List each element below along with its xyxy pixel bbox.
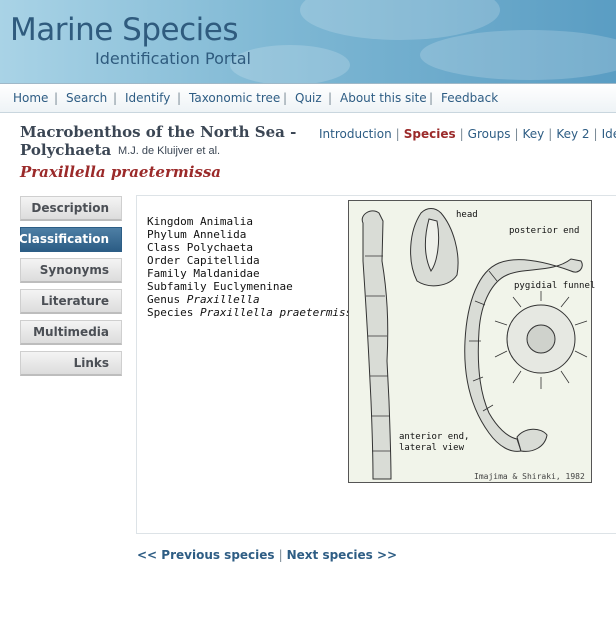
label-lateral-view: lateral view	[399, 443, 465, 453]
classification-row: Genus Praxillella	[147, 293, 359, 306]
rank-label: Family	[147, 267, 187, 280]
taxon-name[interactable]: Annelida	[193, 228, 246, 241]
rank-label: Phylum	[147, 228, 187, 241]
tab-label: Literature	[41, 294, 109, 308]
label-anterior-end: anterior end,	[399, 432, 470, 442]
nav-separator: |	[54, 91, 59, 105]
classification-row: Species Praxillella praetermissa	[147, 306, 359, 319]
subnav-key[interactable]: Key	[523, 127, 545, 141]
subnav-separator: |	[514, 127, 519, 141]
tab-label: Multimedia	[33, 325, 109, 339]
nav-separator: |	[328, 91, 333, 105]
taxon-name[interactable]: Capitellida	[187, 254, 260, 267]
taxon-name[interactable]: Polychaeta	[187, 241, 253, 254]
nav-search[interactable]: Search	[66, 91, 107, 105]
taxon-name[interactable]: Praxillella	[187, 293, 260, 306]
tab-classification[interactable]: Classification	[18, 227, 122, 252]
tab-literature[interactable]: Literature	[20, 289, 122, 314]
tab-links[interactable]: Links	[20, 351, 122, 376]
nav-separator: |	[113, 91, 118, 105]
taxon-name[interactable]: Praxillella praetermissa	[200, 306, 359, 319]
label-head: head	[456, 210, 478, 220]
previous-species-link[interactable]: << Previous species	[137, 548, 275, 562]
figure-credit: Imajima & Shiraki, 1982	[474, 472, 585, 481]
rank-label: Subfamily	[147, 280, 207, 293]
species-illustration[interactable]: head posterior end pygidial funnel anter…	[348, 200, 596, 483]
classification-row: Phylum Annelida	[147, 228, 359, 241]
next-species-link[interactable]: Next species >>	[287, 548, 398, 562]
taxon-name[interactable]: Euclymeninae	[213, 280, 292, 293]
classification-list: Kingdom Animalia Phylum Annelida Class P…	[147, 215, 359, 319]
nav-separator: |	[283, 91, 288, 105]
nav-separator: |	[429, 91, 434, 105]
page-authors: M.J. de Kluijver et al.	[118, 145, 221, 157]
pager-separator: |	[278, 548, 283, 562]
subnav-separator: |	[593, 127, 598, 141]
tab-synonyms[interactable]: Synonyms	[20, 258, 122, 283]
nav-feedback[interactable]: Feedback	[441, 91, 498, 105]
classification-row: Order Capitellida	[147, 254, 359, 267]
classification-row: Class Polychaeta	[147, 241, 359, 254]
site-subtitle: Identification Portal	[95, 49, 251, 68]
classification-row: Family Maldanidae	[147, 267, 359, 280]
subnav-key-2[interactable]: Key 2	[556, 127, 589, 141]
tab-label: Description	[31, 201, 109, 215]
nav-home[interactable]: Home	[13, 91, 48, 105]
subnav-species[interactable]: Species	[404, 127, 456, 141]
site-banner: Marine Species Identification Portal	[0, 0, 616, 83]
subnav-groups[interactable]: Groups	[468, 127, 511, 141]
page-title-group: Polychaeta	[20, 141, 112, 159]
subnav-separator: |	[395, 127, 400, 141]
label-pygidial-funnel: pygidial funnel	[514, 281, 596, 291]
rank-label: Class	[147, 241, 181, 254]
tab-multimedia[interactable]: Multimedia	[20, 320, 122, 345]
rank-label: Kingdom	[147, 215, 194, 228]
section-nav: Introduction | Species | Groups | Key | Key 2 | Id…	[319, 127, 616, 141]
tab-label: Synonyms	[39, 263, 109, 277]
nav-quiz[interactable]: Quiz	[295, 91, 322, 105]
rank-label: Species	[147, 306, 194, 319]
tab-description[interactable]: Description	[20, 196, 122, 221]
taxon-name[interactable]: Maldanidae	[193, 267, 259, 280]
subnav-identify[interactable]: Identi	[602, 127, 616, 141]
tab-label: Links	[73, 356, 109, 370]
subnav-separator: |	[459, 127, 464, 141]
site-title[interactable]: Marine Species	[10, 12, 238, 48]
taxon-name[interactable]: Animalia	[200, 215, 253, 228]
subnav-separator: |	[548, 127, 553, 141]
subnav-introduction[interactable]: Introduction	[319, 127, 392, 141]
page-title: Macrobenthos of the North Sea -	[20, 123, 297, 141]
nav-about[interactable]: About this site	[340, 91, 427, 105]
worm-drawing	[361, 208, 588, 480]
nav-taxonomic-tree[interactable]: Taxonomic tree	[189, 91, 280, 105]
species-title: Praxillella praetermissa	[20, 163, 222, 181]
tab-label: Classification	[18, 232, 109, 246]
top-nav: Home | Search | Identify | Taxonomic tre…	[0, 83, 616, 113]
classification-row: Kingdom Animalia	[147, 215, 359, 228]
label-posterior-end: posterior end	[509, 226, 580, 236]
classification-row: Subfamily Euclymeninae	[147, 280, 359, 293]
species-pager: << Previous species | Next species >>	[137, 548, 397, 562]
nav-separator: |	[177, 91, 182, 105]
nav-identify[interactable]: Identify	[125, 91, 170, 105]
rank-label: Genus	[147, 293, 181, 306]
rank-label: Order	[147, 254, 181, 267]
